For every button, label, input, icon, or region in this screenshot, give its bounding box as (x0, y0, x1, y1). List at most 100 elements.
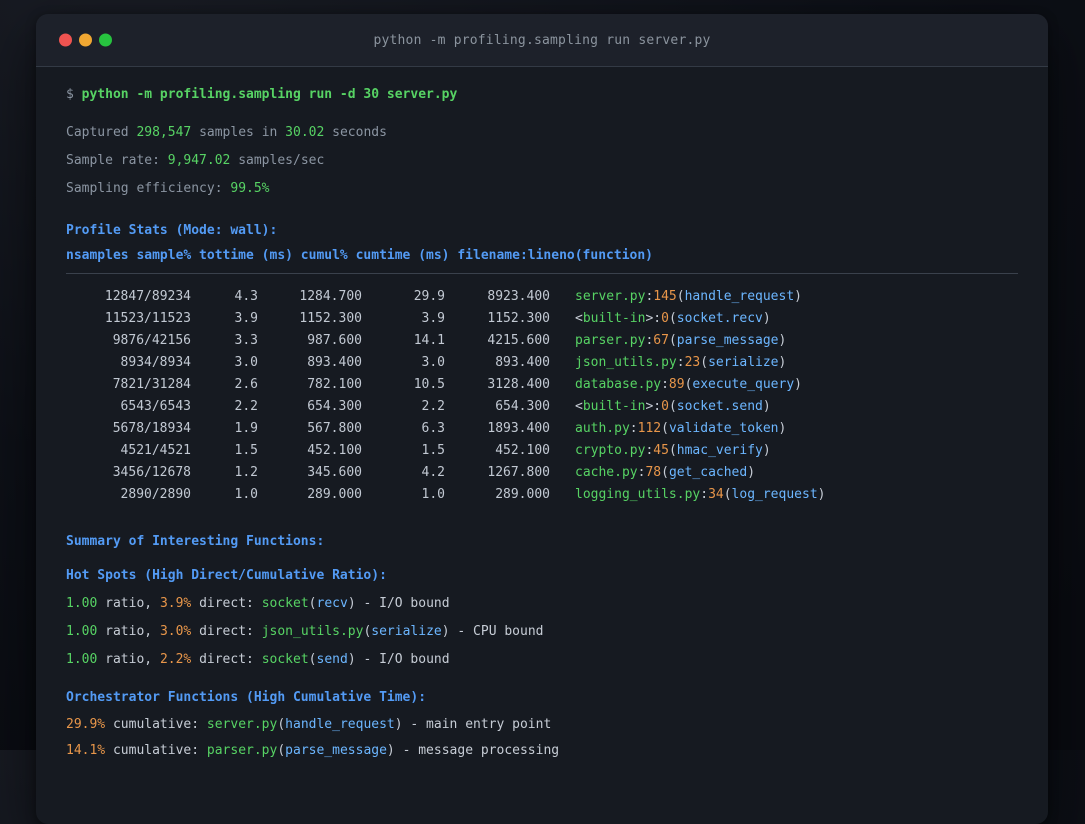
stats-cell: 8923.400 (487, 289, 550, 304)
stats-cell: 2890/2890 (120, 487, 191, 502)
file-token: socket (261, 652, 309, 667)
text-token: ( (661, 465, 669, 480)
text-token: ( (277, 717, 286, 732)
func-token: socket.recv (676, 311, 763, 326)
stats-cell: 3.9 (421, 311, 445, 326)
stats-cell: 5678/18934 (112, 421, 191, 436)
terminal-body: $ python -m profiling.sampling run -d 30… (36, 67, 1048, 764)
stats-cell: 289.000 (495, 487, 550, 502)
stats-cell: 1152.300 (487, 311, 550, 326)
stats-cell: 452.100 (495, 443, 550, 458)
file-token: cache.py (575, 465, 638, 480)
capture-stat-line: Sampling efficiency: 99.5% (66, 175, 1018, 203)
function-location: server.py:145(handle_request) (575, 286, 802, 308)
orchestrator-entries: 29.9% cumulative: server.py(handle_reque… (66, 712, 1018, 764)
text-token: ) (347, 596, 356, 611)
num-token: 298,547 (136, 125, 192, 140)
maximize-button[interactable] (99, 33, 112, 47)
text-token: ) (347, 652, 356, 667)
stats-cell: 9876/42156 (112, 333, 191, 348)
text-token: ) (778, 333, 787, 348)
window-title: python -m profiling.sampling run server.… (373, 32, 711, 48)
stats-cell: 7821/31284 (112, 377, 191, 392)
text-token: ratio, (97, 624, 160, 639)
text-token: - CPU bound (449, 624, 544, 639)
function-location: logging_utils.py:34(log_request) (575, 484, 825, 506)
text-token: ( (308, 596, 317, 611)
file-token: auth.py (575, 421, 630, 436)
text-token: ) (778, 421, 787, 436)
func-token: send (316, 652, 348, 667)
lineno-token: 89 (668, 377, 685, 392)
stats-cell: 3.3 (234, 333, 258, 348)
text-token: - I/O bound (355, 652, 450, 667)
minimize-button[interactable] (79, 33, 92, 47)
stats-cell: 452.100 (307, 443, 362, 458)
stats-table-row: 3456/12678 1.2 345.600 4.2 1267.800 cache.py:… (66, 462, 1018, 484)
file-token: parser.py (206, 743, 278, 758)
stats-cell: 12847/89234 (104, 289, 191, 304)
file-token: server.py (575, 289, 646, 304)
text-token: < (575, 399, 583, 414)
dim-token: samples in (191, 125, 286, 140)
pct-token: 3.9% (159, 596, 192, 611)
num-token: 1.00 (66, 652, 98, 667)
text-token: cumulative: (105, 717, 207, 732)
stats-cell: 11523/11523 (104, 311, 191, 326)
func-token: execute_query (692, 377, 795, 392)
stats-cell: 1284.700 (299, 289, 362, 304)
func-token: log_request (731, 487, 818, 502)
orchestrator-entry: 14.1% cumulative: parser.py(parse_messag… (66, 738, 1018, 764)
function-location: cache.py:78(get_cached) (575, 462, 755, 484)
pct-token: 14.1% (66, 743, 106, 758)
terminal-window: python -m profiling.sampling run server.… (36, 14, 1048, 824)
text-token: ) (394, 717, 403, 732)
text-token: ( (661, 421, 669, 436)
text-token: ) (794, 289, 802, 304)
function-location: database.py:89(execute_query) (575, 374, 802, 396)
pct-token: 3.0% (159, 624, 192, 639)
stats-cell: 6543/6543 (120, 399, 191, 414)
text-token: ) (794, 377, 802, 392)
num-token: 99.5% (230, 181, 270, 196)
text-token: direct: (191, 624, 262, 639)
file-token: json_utils.py (575, 355, 677, 370)
text-token: ( (723, 487, 732, 502)
traffic-lights (59, 33, 112, 47)
text-token: ) (386, 743, 395, 758)
func-token: hmac_verify (676, 443, 763, 458)
file-token: built-in (582, 399, 646, 414)
text-token: >: (645, 311, 662, 326)
func-token: recv (316, 596, 348, 611)
stats-cell: 4521/4521 (120, 443, 191, 458)
file-token: server.py (206, 717, 278, 732)
stats-cell: 1.0 (234, 487, 258, 502)
text-token: : (629, 421, 638, 436)
capture-stat-line: Captured 298,547 samples in 30.02 second… (66, 119, 1018, 147)
stats-cell: 14.1 (413, 333, 445, 348)
stats-cell: 782.100 (307, 377, 362, 392)
stats-table-row: 5678/18934 1.9 567.800 6.3 1893.400 auth.py:1… (66, 418, 1018, 440)
dim-token: Captured (66, 125, 137, 140)
stats-cell: 1.5 (421, 443, 445, 458)
text-token: ) (762, 311, 771, 326)
text-token: ) (762, 443, 771, 458)
func-token: handle_request (684, 289, 795, 304)
stats-cell: 3128.400 (487, 377, 550, 392)
lineno-token: 112 (637, 421, 662, 436)
function-location: auth.py:112(validate_token) (575, 418, 786, 440)
dim-token: samples/sec (230, 153, 325, 168)
close-button[interactable] (59, 33, 72, 47)
file-token: built-in (582, 311, 646, 326)
stats-cell: 893.400 (495, 355, 550, 370)
text-token: cumulative: (105, 743, 207, 758)
stats-table: 12847/89234 4.3 1284.700 29.9 8923.400 server… (66, 286, 1018, 506)
table-divider (66, 273, 1018, 274)
stats-cell: 987.600 (307, 333, 362, 348)
function-location: json_utils.py:23(serialize) (575, 352, 786, 374)
lineno-token: 34 (708, 487, 724, 502)
lineno-token: 0 (661, 311, 669, 326)
file-token: json_utils.py (261, 624, 364, 639)
orchestrators-heading: Orchestrator Functions (High Cumulative … (66, 690, 427, 705)
lineno-token: 78 (645, 465, 662, 480)
